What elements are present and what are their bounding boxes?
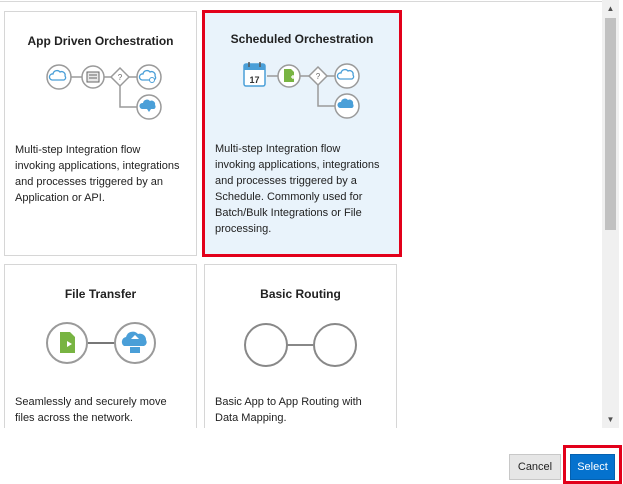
svg-text:17: 17 [249,75,259,85]
card-app-driven-orchestration[interactable]: App Driven Orchestration ? Multi-step In… [4,11,197,256]
target-node-icon [313,323,357,367]
file-transfer-diagram [46,322,156,364]
decision-icon: ? [109,66,131,88]
basic-routing-diagram [244,323,357,367]
integration-style-list[interactable]: App Driven Orchestration ? Multi-step In… [0,0,602,428]
file-add-icon [277,64,301,88]
card-description: Multi-step Integration flow invoking app… [215,143,380,235]
cancel-button[interactable]: Cancel [509,454,561,480]
card-file-transfer[interactable]: File Transfer Seamlessly and securely mo… [4,264,197,428]
select-button[interactable]: Select [570,454,615,480]
orchestration-diagram: ? [46,64,162,120]
cloud-invoke-icon [136,64,162,90]
scrollbar-thumb[interactable] [605,18,616,230]
calendar-icon: 17 [243,62,266,87]
svg-text:?: ? [118,73,123,82]
ftp-cloud-icon [114,322,156,364]
map-icon [81,65,105,89]
card-basic-routing[interactable]: Basic Routing Basic App to App Routing w… [204,264,397,428]
vertical-scrollbar[interactable]: ▲ ▼ [602,0,619,428]
cloud-invoke-icon [334,63,360,89]
cloud-trigger-icon [46,64,72,90]
card-description: Seamlessly and securely move files acros… [15,396,167,424]
decision-icon: ? [307,65,329,87]
svg-text:?: ? [316,72,321,81]
card-description: Basic App to App Routing with Data Mappi… [215,396,362,424]
source-node-icon [244,323,288,367]
file-icon [46,322,88,364]
scheduled-orchestration-diagram: 17 ? [243,62,360,119]
card-description: Multi-step Integration flow invoking app… [15,144,180,204]
cloud-download-icon [334,93,360,119]
scroll-down-arrow-icon[interactable]: ▼ [602,411,619,428]
cloud-download-icon [136,94,162,120]
scroll-up-arrow-icon[interactable]: ▲ [602,0,619,17]
top-divider [0,1,602,2]
card-scheduled-orchestration[interactable]: Scheduled Orchestration 17 ? Multi-step … [202,10,402,257]
